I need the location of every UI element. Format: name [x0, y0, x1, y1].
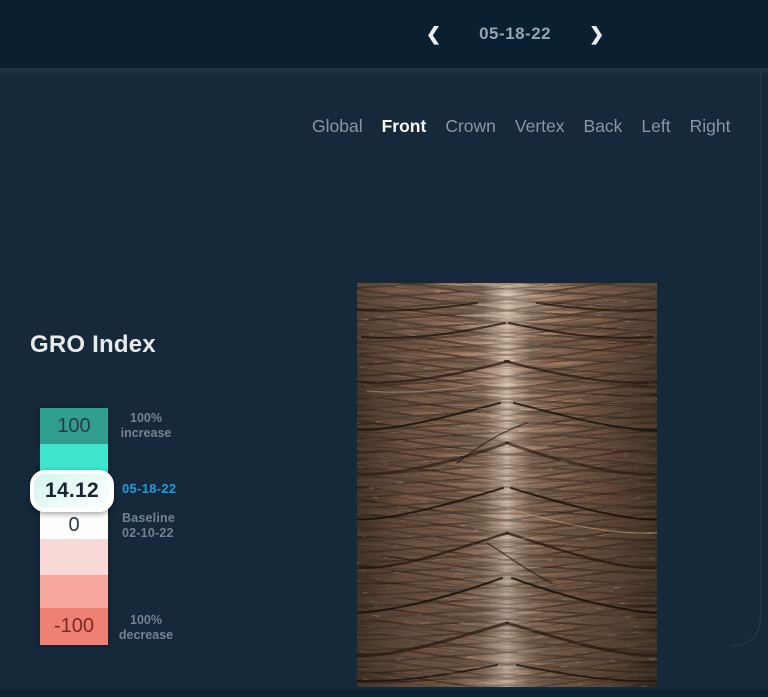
- scale-label-increase: 100% increase: [112, 411, 180, 441]
- scale-segment-100: 100: [40, 408, 108, 444]
- decrease-percent: 100%: [130, 613, 162, 627]
- tab-vertex[interactable]: Vertex: [515, 116, 565, 137]
- tab-back[interactable]: Back: [584, 116, 623, 137]
- tab-front[interactable]: Front: [382, 116, 427, 137]
- scale-tick-label: 0: [68, 514, 80, 536]
- date-navigation-bar: ❮ 05-18-22 ❯: [0, 0, 768, 68]
- topbar-divider: [0, 68, 768, 76]
- tab-right[interactable]: Right: [690, 116, 731, 137]
- tab-global[interactable]: Global: [312, 116, 363, 137]
- increase-word: increase: [120, 426, 172, 440]
- gro-index-title: GRO Index: [30, 331, 156, 358]
- scale-segment-neg25: [40, 539, 108, 575]
- bottom-strip: [0, 690, 768, 697]
- baseline-word: Baseline: [122, 511, 176, 525]
- scale-label-decrease: 100% decrease: [112, 613, 180, 643]
- baseline-date: 02-10-22: [122, 526, 174, 540]
- scale-segment-neg100: -100: [40, 608, 108, 645]
- scalp-closeup-photo: [357, 283, 657, 687]
- app-window: ❮ 05-18-22 ❯ Global Front Crown Vertex B…: [0, 0, 768, 697]
- next-date-chevron-icon[interactable]: ❯: [583, 21, 610, 47]
- current-date-label: 05-18-22: [479, 24, 552, 43]
- increase-percent: 100%: [130, 411, 162, 425]
- region-tabs: Global Front Crown Vertex Back Left Righ…: [312, 116, 730, 137]
- decrease-word: decrease: [118, 628, 174, 642]
- scale-label-baseline: Baseline 02-10-22: [122, 511, 175, 541]
- gro-index-value-badge: 14.12: [30, 470, 114, 512]
- tab-crown[interactable]: Crown: [445, 116, 496, 137]
- scale-label-current-date: 05-18-22: [122, 481, 177, 496]
- scale-segment-neg50: [40, 575, 108, 608]
- tab-left[interactable]: Left: [641, 116, 670, 137]
- gro-index-scale: 100 0 -100: [40, 408, 108, 645]
- scale-tick-label: -100: [53, 615, 95, 637]
- scale-tick-label: 100: [57, 414, 91, 437]
- gro-index-value: 14.12: [44, 479, 100, 502]
- date-nav-group: ❮ 05-18-22 ❯: [420, 0, 610, 68]
- previous-date-chevron-icon[interactable]: ❮: [420, 21, 447, 47]
- photo-vignette: [357, 283, 657, 687]
